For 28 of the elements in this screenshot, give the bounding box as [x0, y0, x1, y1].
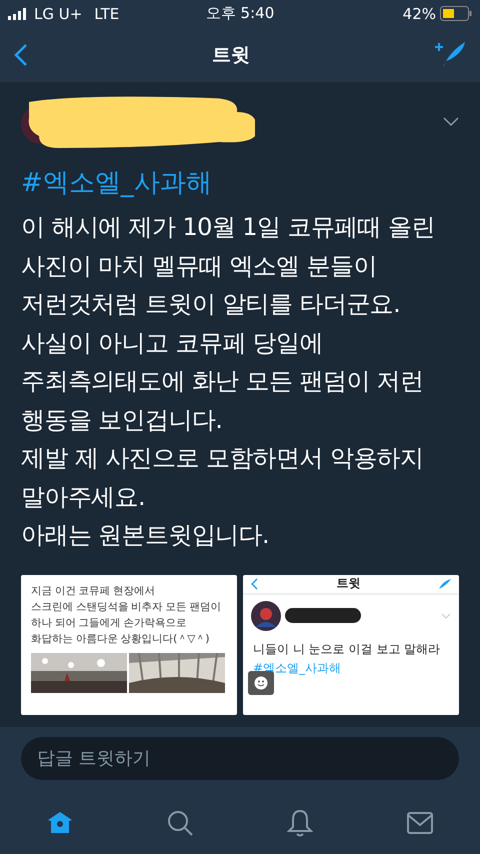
battery-percent: 42% — [402, 4, 436, 22]
screen-title: 트윗 — [336, 575, 360, 592]
bell-icon — [287, 809, 313, 837]
clock: 오후 5:40 — [206, 4, 274, 23]
back-icon — [251, 578, 258, 590]
feather-icon — [439, 578, 451, 588]
chevron-icon — [443, 117, 459, 127]
battery-icon — [440, 6, 472, 21]
back-button[interactable] — [14, 42, 28, 66]
chevron-icon — [441, 612, 451, 618]
avatar — [251, 600, 281, 630]
compose-button[interactable] — [434, 40, 466, 68]
hashtag-link[interactable]: #엑소엘_사과해 — [21, 165, 459, 200]
screen-title: 트윗 — [212, 42, 250, 68]
smiley-icon — [254, 676, 268, 690]
search-tab[interactable] — [165, 808, 195, 838]
signal-icon — [8, 8, 28, 20]
network-label: LTE — [94, 4, 120, 22]
tweet-text: 이 해시에 제가 10월 1일 코뮤페때 올린 사진이 마치 멜뮤때 엑소엘 분들이 저런것처럼 트윗이 알티를 타더군요. 사실이 아니고 코뮤페 당일에 주최측의태도에 화난 모든 팬덤이 저런 행동을 보인겁니다. 제발 제 사진으로 모함하면서 악용하지 말아주세요. 아래는 원본트윗입니다. — [21, 212, 436, 551]
reply-field[interactable]: 답글 트윗하기 — [21, 737, 459, 780]
mail-icon — [406, 811, 434, 835]
image-card[interactable]: 지금 이건 코뮤페 현장에서 스크린에 스탠딩석을 비추자 모든 팬덤이 하나 되어 그들에게 손가락욕으로 화답하는 아름다운 상황입니다(＾▽＾) — [21, 574, 237, 714]
notifications-tab[interactable] — [285, 808, 315, 838]
search-icon — [166, 809, 194, 837]
image-card[interactable]: 트윗 니들이 니 눈으로 이걸 보고 말해라 #엑소엘_사과해 — [243, 574, 459, 714]
post-text: 지금 이건 코뮤페 현장에서 스크린에 스탠딩석을 비추자 모든 팬덤이 하나 되어 그들에게 손가락욕으로 화답하는 아름다운 상황입니다(＾▽＾) — [30, 584, 222, 646]
tweet-text: 니들이 니 눈으로 이걸 보고 말해라 — [253, 640, 442, 658]
carrier-label: LG U+ — [34, 4, 82, 22]
